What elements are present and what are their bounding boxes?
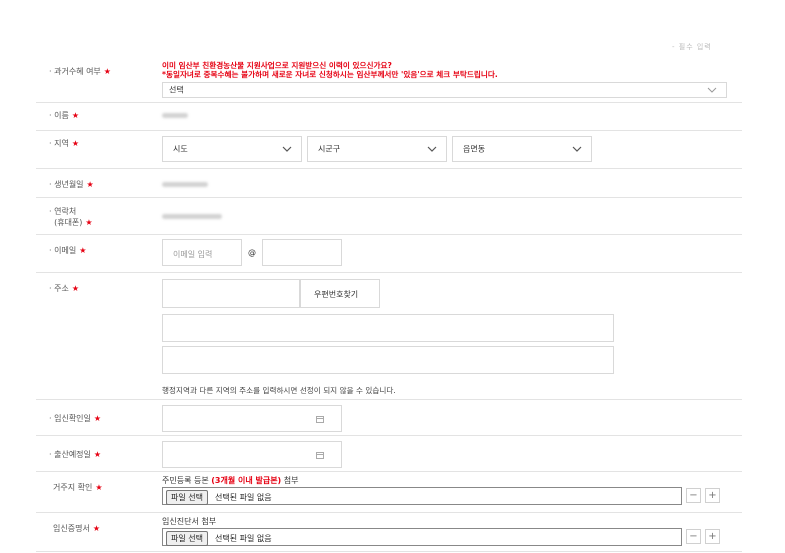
pregnancy-cert-description: 임신진단서 첨부 [162,517,217,526]
label-region: · 지역 ★ [49,139,79,148]
label-residence: 거주지 확인 ★ [53,483,103,492]
calendar-icon[interactable] [316,416,324,423]
eupmyeondong-select[interactable]: 읍면동 [452,136,592,162]
birth-value-blurred [162,182,208,187]
label-email: · 이메일 ★ [49,246,87,255]
application-form: · 과거수혜 여부 ★ 이미 임산부 친환경농산물 지원사업으로 지원받으신 이력… [36,56,742,552]
row-residence: 거주지 확인 ★ 주민등록 등본 (3개월 이내 발급본) 첨부 파일 선택 선택… [36,472,742,513]
name-value-blurred [162,113,188,118]
residence-file-field: 파일 선택 선택된 파일 없음 [162,487,682,505]
email-domain-input[interactable] [262,239,342,266]
row-due-date: · 출산예정일 ★ [36,436,742,472]
label-address: · 주소 ★ [49,284,79,293]
row-pregnancy-confirm: · 임신확인일 ★ [36,400,742,436]
add-file-button[interactable]: + [705,529,720,544]
label-name: · 이름 ★ [49,111,79,120]
calendar-icon[interactable] [316,452,324,459]
address-notice: 행정지역과 다른 지역의 주소를 입력하시면 선정이 되지 않을 수 있습니다. [162,386,396,395]
postcode-input[interactable] [162,279,300,308]
due-date-input[interactable] [162,441,342,468]
pregnancy-cert-file-button[interactable]: 파일 선택 [166,531,208,546]
postcode-search-button[interactable]: 우편번호찾기 [300,279,380,308]
pregnancy-cert-file-status: 선택된 파일 없음 [215,534,272,543]
chevron-down-icon [707,87,717,93]
phone-value-blurred [162,214,222,219]
label-birth: · 생년월일 ★ [49,180,94,189]
sido-select[interactable]: 시도 [162,136,302,162]
required-star: ★ [103,67,111,76]
label-pregnancy-confirm: · 임신확인일 ★ [49,414,102,423]
row-pregnancy-history: · 과거수혜 여부 ★ 이미 임산부 친환경농산물 지원사업으로 지원받으신 이력… [36,56,742,103]
pregnancy-cert-file-field: 파일 선택 선택된 파일 없음 [162,528,682,546]
label-pregnancy-cert: 임신증명서 ★ [53,524,100,533]
pregnancy-confirm-date-input[interactable] [162,405,342,432]
residence-description: 주민등록 등본 (3개월 이내 발급본) 첨부 [162,476,299,485]
label-phone: · 연락처 (휴대폰) ★ [49,207,93,227]
row-name: · 이름 ★ [36,103,742,131]
row-phone: · 연락처 (휴대폰) ★ [36,198,742,235]
label-pregnancy-history: · 과거수혜 여부 ★ [49,67,111,76]
address-line2-input[interactable] [162,346,614,374]
address-line1-input[interactable] [162,314,614,342]
required-note: - 필수 입력 [672,43,712,51]
row-birth: · 생년월일 ★ [36,169,742,198]
sigungu-select[interactable]: 시군구 [307,136,447,162]
label-due-date: · 출산예정일 ★ [49,450,102,459]
row-address: · 주소 ★ 우편번호찾기 행정지역과 다른 지역의 주소를 입력하시면 선정이 … [36,273,742,400]
pregnancy-history-warning: 이미 임산부 친환경농산물 지원사업으로 지원받으신 이력이 있으신가요? *동… [162,61,498,79]
remove-file-button[interactable]: − [686,488,701,503]
chevron-down-icon [572,146,582,152]
chevron-down-icon [282,146,292,152]
residence-file-status: 선택된 파일 없음 [215,493,272,502]
row-email: · 이메일 ★ 이메일 입력 @ [36,235,742,273]
chevron-down-icon [427,146,437,152]
email-at-sign: @ [248,248,256,257]
pregnancy-history-select[interactable]: 선택 [162,82,727,98]
email-local-input[interactable]: 이메일 입력 [162,239,242,266]
remove-file-button[interactable]: − [686,529,701,544]
row-region: · 지역 ★ 시도 시군구 읍면동 [36,131,742,169]
add-file-button[interactable]: + [705,488,720,503]
residence-file-button[interactable]: 파일 선택 [166,490,208,505]
row-pregnancy-cert: 임신증명서 ★ 임신진단서 첨부 파일 선택 선택된 파일 없음 − + [36,513,742,552]
